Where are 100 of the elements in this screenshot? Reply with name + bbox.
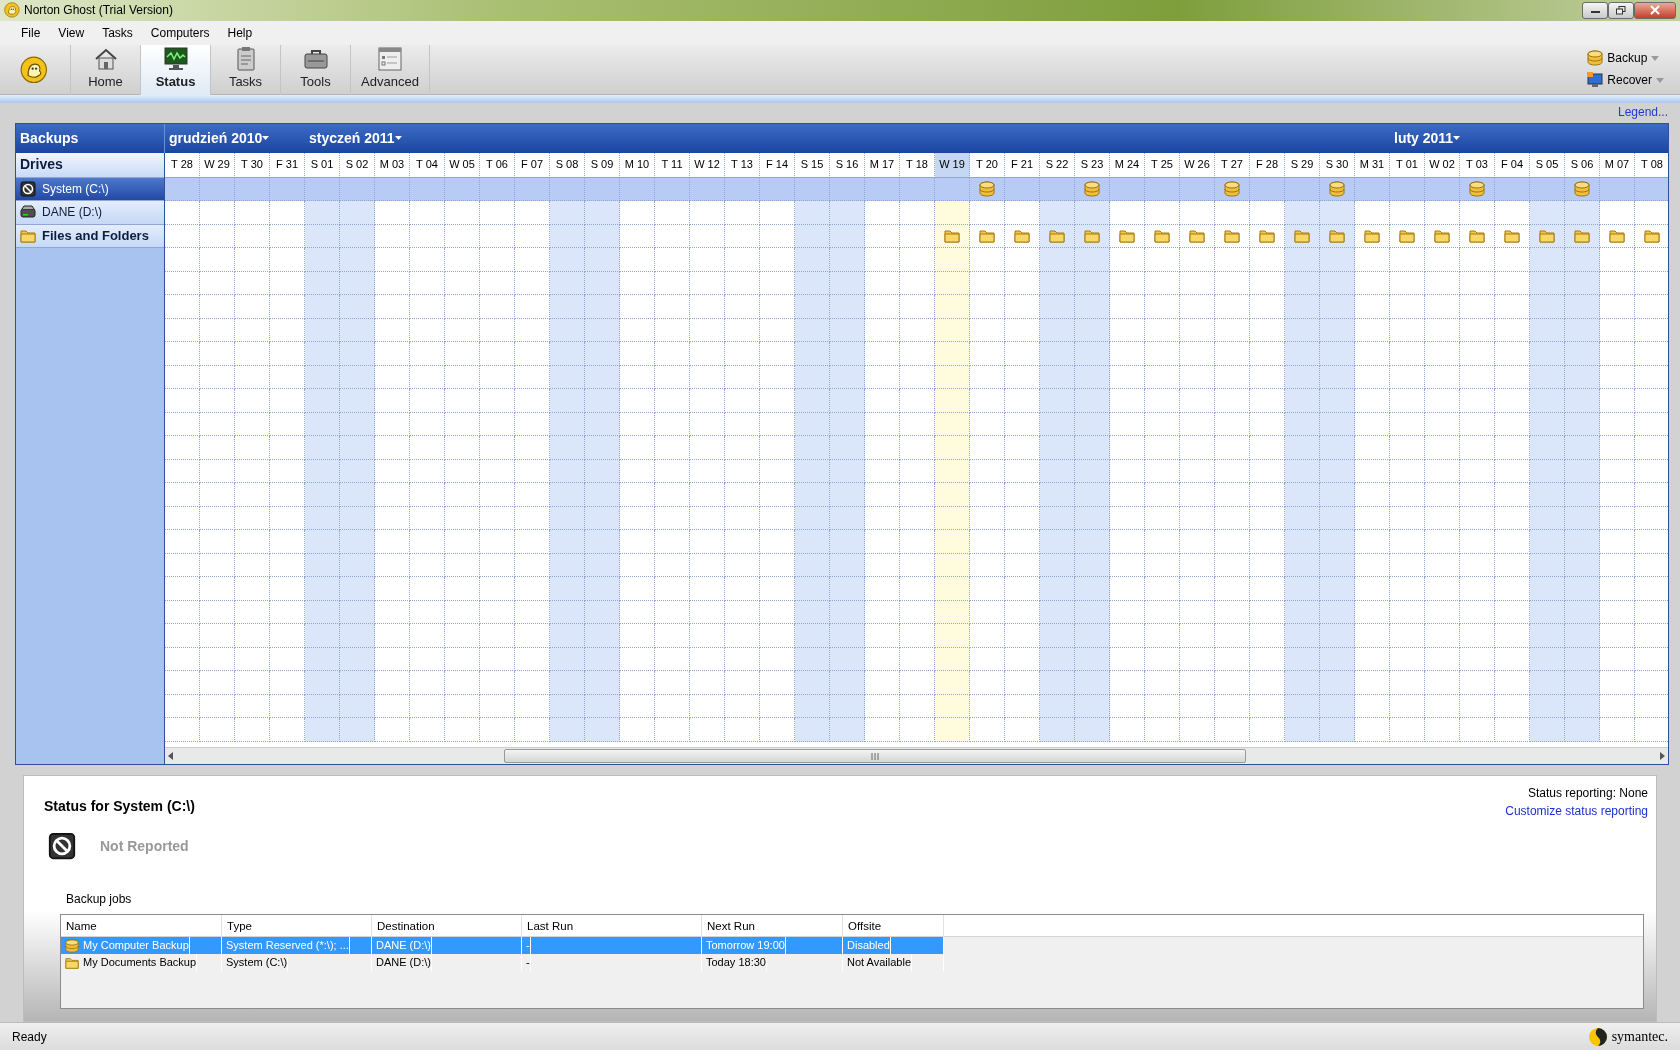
day-header: T 30 <box>235 152 270 178</box>
grip-icon <box>871 752 879 760</box>
day-header: W 02 <box>1425 152 1460 178</box>
day-header: T 11 <box>655 152 690 178</box>
close-button[interactable] <box>1634 1 1676 19</box>
table-row[interactable]: My Documents Backup System (C:\) DANE (D:\) - Today 18:30 Not Available <box>61 954 944 972</box>
backup-menu-button[interactable]: Backup <box>1587 49 1664 68</box>
scrollbar-thumb[interactable] <box>504 749 1246 764</box>
maximize-button[interactable] <box>1608 1 1634 19</box>
day-header: T 01 <box>1390 152 1425 178</box>
day-header: T 13 <box>725 152 760 178</box>
folder-icon <box>1154 227 1170 244</box>
menu-item[interactable]: Help <box>218 23 262 42</box>
folder-icon <box>944 227 960 244</box>
table-cell: My Computer Backup <box>83 937 190 954</box>
sidebar-item[interactable]: System (C:\) <box>16 177 164 202</box>
table-cell: My Documents Backup <box>83 954 198 971</box>
dropdown-arrow-icon <box>394 136 402 141</box>
day-header: W 12 <box>690 152 725 178</box>
menu-item[interactable]: Computers <box>141 23 219 42</box>
day-header: F 21 <box>1005 152 1040 178</box>
day-header: T 20 <box>970 152 1005 178</box>
table-cell: System (C:\) <box>226 954 289 971</box>
table-cell: - <box>526 937 531 954</box>
brand-logo-icon <box>1587 1026 1608 1047</box>
disk-icon <box>1329 180 1345 197</box>
dropdown-arrow-icon <box>1453 136 1461 141</box>
day-header: S 02 <box>340 152 375 178</box>
minimize-button[interactable] <box>1582 1 1608 19</box>
section-label: Backup jobs <box>66 891 133 909</box>
recover-menu-button[interactable]: Recover <box>1587 71 1664 90</box>
day-header: F 07 <box>515 152 550 178</box>
folder-icon <box>1294 227 1310 244</box>
dropdown-arrow-icon <box>262 136 270 141</box>
day-header: S 30 <box>1320 152 1355 178</box>
not-reported-icon <box>20 180 36 197</box>
ghost-logo-icon[interactable] <box>20 55 48 84</box>
folder-icon <box>1119 227 1135 244</box>
toolbar-tab[interactable]: Tools <box>280 44 350 95</box>
day-header: S 22 <box>1040 152 1075 178</box>
day-header: W 29 <box>200 152 235 178</box>
day-header: F 31 <box>270 152 305 178</box>
not-reported-icon <box>48 832 76 861</box>
folder-icon <box>1539 227 1555 244</box>
table-cell: - <box>526 954 531 971</box>
day-header: T 03 <box>1460 152 1495 178</box>
table-cell: Not Available <box>847 954 912 971</box>
status-reporting-text: Status reporting: None <box>1527 785 1648 803</box>
restore-icon <box>1616 5 1626 15</box>
day-header: T 25 <box>1145 152 1180 178</box>
day-header: S 15 <box>795 152 830 178</box>
day-header: T 18 <box>900 152 935 178</box>
disk-icon <box>1469 180 1485 197</box>
day-header: T 06 <box>480 152 515 178</box>
month-selector[interactable]: grudzień 2010 <box>169 127 270 149</box>
folder-icon <box>1364 227 1380 244</box>
folder-icon <box>1084 227 1100 244</box>
month-selector[interactable]: luty 2011 <box>1394 127 1461 149</box>
day-header: M 07 <box>1600 152 1635 178</box>
folder-icon <box>1224 227 1240 244</box>
computer-icon <box>1587 72 1604 89</box>
day-header: T 28 <box>165 152 200 178</box>
menu-item[interactable]: View <box>49 23 94 42</box>
folder-icon <box>20 227 36 244</box>
toolbar-tab[interactable]: Tasks <box>210 44 280 95</box>
day-header: S 09 <box>585 152 620 178</box>
legend-link[interactable]: Legend... <box>1617 104 1668 119</box>
day-header: T 04 <box>410 152 445 178</box>
day-header: M 17 <box>865 152 900 178</box>
day-header: S 08 <box>550 152 585 178</box>
day-header: F 04 <box>1495 152 1530 178</box>
menu-item[interactable]: File <box>12 23 50 42</box>
sidebar-item[interactable]: DANE (D:\) <box>16 201 164 225</box>
customize-link[interactable]: Customize status reporting <box>1505 802 1648 821</box>
toolbar-tab[interactable]: Status <box>140 44 210 95</box>
sidebar-item[interactable]: Files and Folders <box>16 224 164 249</box>
day-header: S 01 <box>305 152 340 178</box>
day-header: M 31 <box>1355 152 1390 178</box>
folder-icon <box>1469 227 1485 244</box>
brand-name: symantec. <box>1611 1028 1668 1047</box>
menu-item[interactable]: Tasks <box>93 23 142 42</box>
advanced-tab-icon[interactable] <box>377 46 403 73</box>
month-selector[interactable]: styczeń 2011 <box>309 127 402 149</box>
folder-icon <box>1399 227 1415 244</box>
folder-icon <box>1014 227 1030 244</box>
folder-icon <box>1049 227 1065 244</box>
window-title: Norton Ghost (Trial Version) <box>24 2 173 20</box>
folder-icon <box>1434 227 1450 244</box>
section-header: Drives <box>20 155 63 175</box>
day-header: S 05 <box>1530 152 1565 178</box>
table-cell: Tomorrow 19:00 <box>706 937 786 954</box>
status-tab-icon[interactable] <box>162 46 189 73</box>
folder-icon <box>1189 227 1205 244</box>
status-text: Ready <box>12 1028 47 1046</box>
folder-icon <box>1329 227 1345 244</box>
hard-drive-icon <box>20 204 36 221</box>
day-header: F 14 <box>760 152 795 178</box>
horizontal-scrollbar[interactable] <box>165 747 1668 765</box>
toolbar-tab[interactable]: Advanced <box>350 44 430 95</box>
disk-icon <box>1574 180 1590 197</box>
